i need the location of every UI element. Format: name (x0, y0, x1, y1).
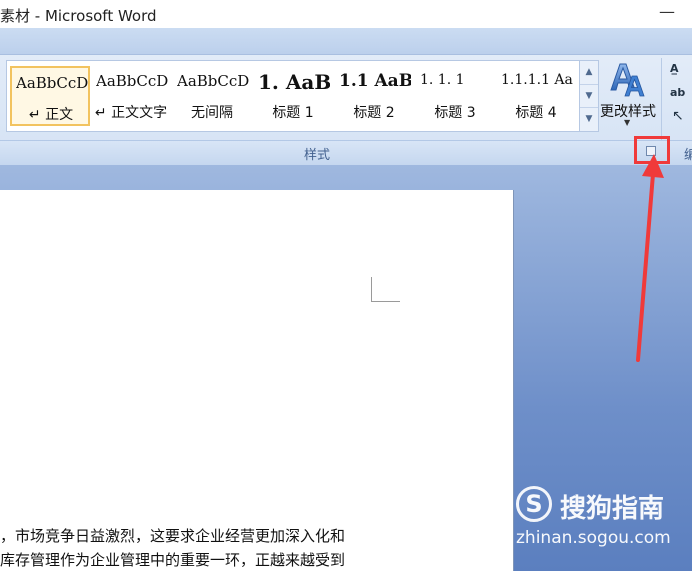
document-line[interactable]: ，市场竞争日益激烈，这要求企业经营更加深入化和 (0, 525, 345, 546)
window-title: 素材 - Microsoft Word (0, 7, 157, 25)
style-item-no-spacing[interactable]: AaBbCcDc 无间隔 (173, 66, 251, 124)
watermark-text: 搜狗指南 (560, 494, 665, 524)
style-item-heading-3[interactable]: 1. 1. 1 标题 3 (416, 66, 494, 124)
style-sample: 1.1.1.1 Aa (501, 72, 573, 88)
chevron-down-icon[interactable]: ▼ (624, 118, 630, 127)
gallery-scroll-up-button[interactable]: ▲ (580, 61, 598, 83)
style-sample: 1. AaB (258, 70, 330, 94)
style-name: 无间隔 (191, 105, 233, 121)
change-styles-icon[interactable] (607, 60, 647, 98)
style-sample: AaBbCcDc (16, 74, 88, 92)
sogou-logo-icon: S (516, 486, 552, 522)
ribbon-tab-strip (0, 28, 692, 55)
style-item-heading-2[interactable]: 1.1 AaBl 标题 2 (335, 66, 413, 124)
style-item-normal[interactable]: AaBbCcDc ↵ 正文 (10, 66, 90, 126)
watermark-url: zhinan.sogou.com (516, 528, 671, 548)
style-name: ↵ 正文 (28, 107, 74, 123)
style-name: 标题 3 (434, 105, 476, 121)
gallery-scrollbar: ▲ ▼ ▼ (579, 60, 599, 132)
style-sample: AaBbCcDc (177, 72, 249, 90)
style-name: ↵ 正文文字 (94, 105, 168, 121)
styles-group-label: 样式 (304, 148, 331, 163)
document-line[interactable]: 库存管理作为企业管理中的重要一环，正越来越受到 (0, 549, 345, 570)
style-item-heading-1[interactable]: 1. AaB 标题 1 (254, 66, 332, 124)
style-item-heading-4[interactable]: 1.1.1.1 Aa 标题 4 (497, 66, 575, 124)
style-name: 标题 2 (353, 105, 395, 121)
minimize-button[interactable]: — (658, 2, 676, 21)
gallery-more-button[interactable]: ▼ (580, 107, 598, 130)
margin-corner-mark (371, 277, 400, 302)
ribbon-group-label-bar (0, 140, 692, 165)
style-sample: 1.1 AaBl (339, 71, 411, 91)
style-sample: 1. 1. 1 (420, 72, 465, 88)
annotation-arrow (636, 154, 664, 362)
select-icon[interactable]: ↖ (672, 108, 684, 124)
title-bar: 素材 - Microsoft Word — (0, 0, 692, 28)
style-name: 标题 4 (515, 105, 557, 121)
editing-group-label: 编 (684, 148, 692, 163)
gallery-scroll-down-button[interactable]: ▼ (580, 84, 598, 107)
style-name: 标题 1 (272, 105, 314, 121)
style-sample: AaBbCcDc (96, 72, 168, 90)
style-item-body-text[interactable]: AaBbCcDc ↵ 正文文字 (92, 66, 170, 124)
find-icon[interactable]: A̲ (670, 62, 679, 75)
document-page[interactable] (0, 190, 514, 571)
replace-icon[interactable]: ab (670, 86, 685, 99)
